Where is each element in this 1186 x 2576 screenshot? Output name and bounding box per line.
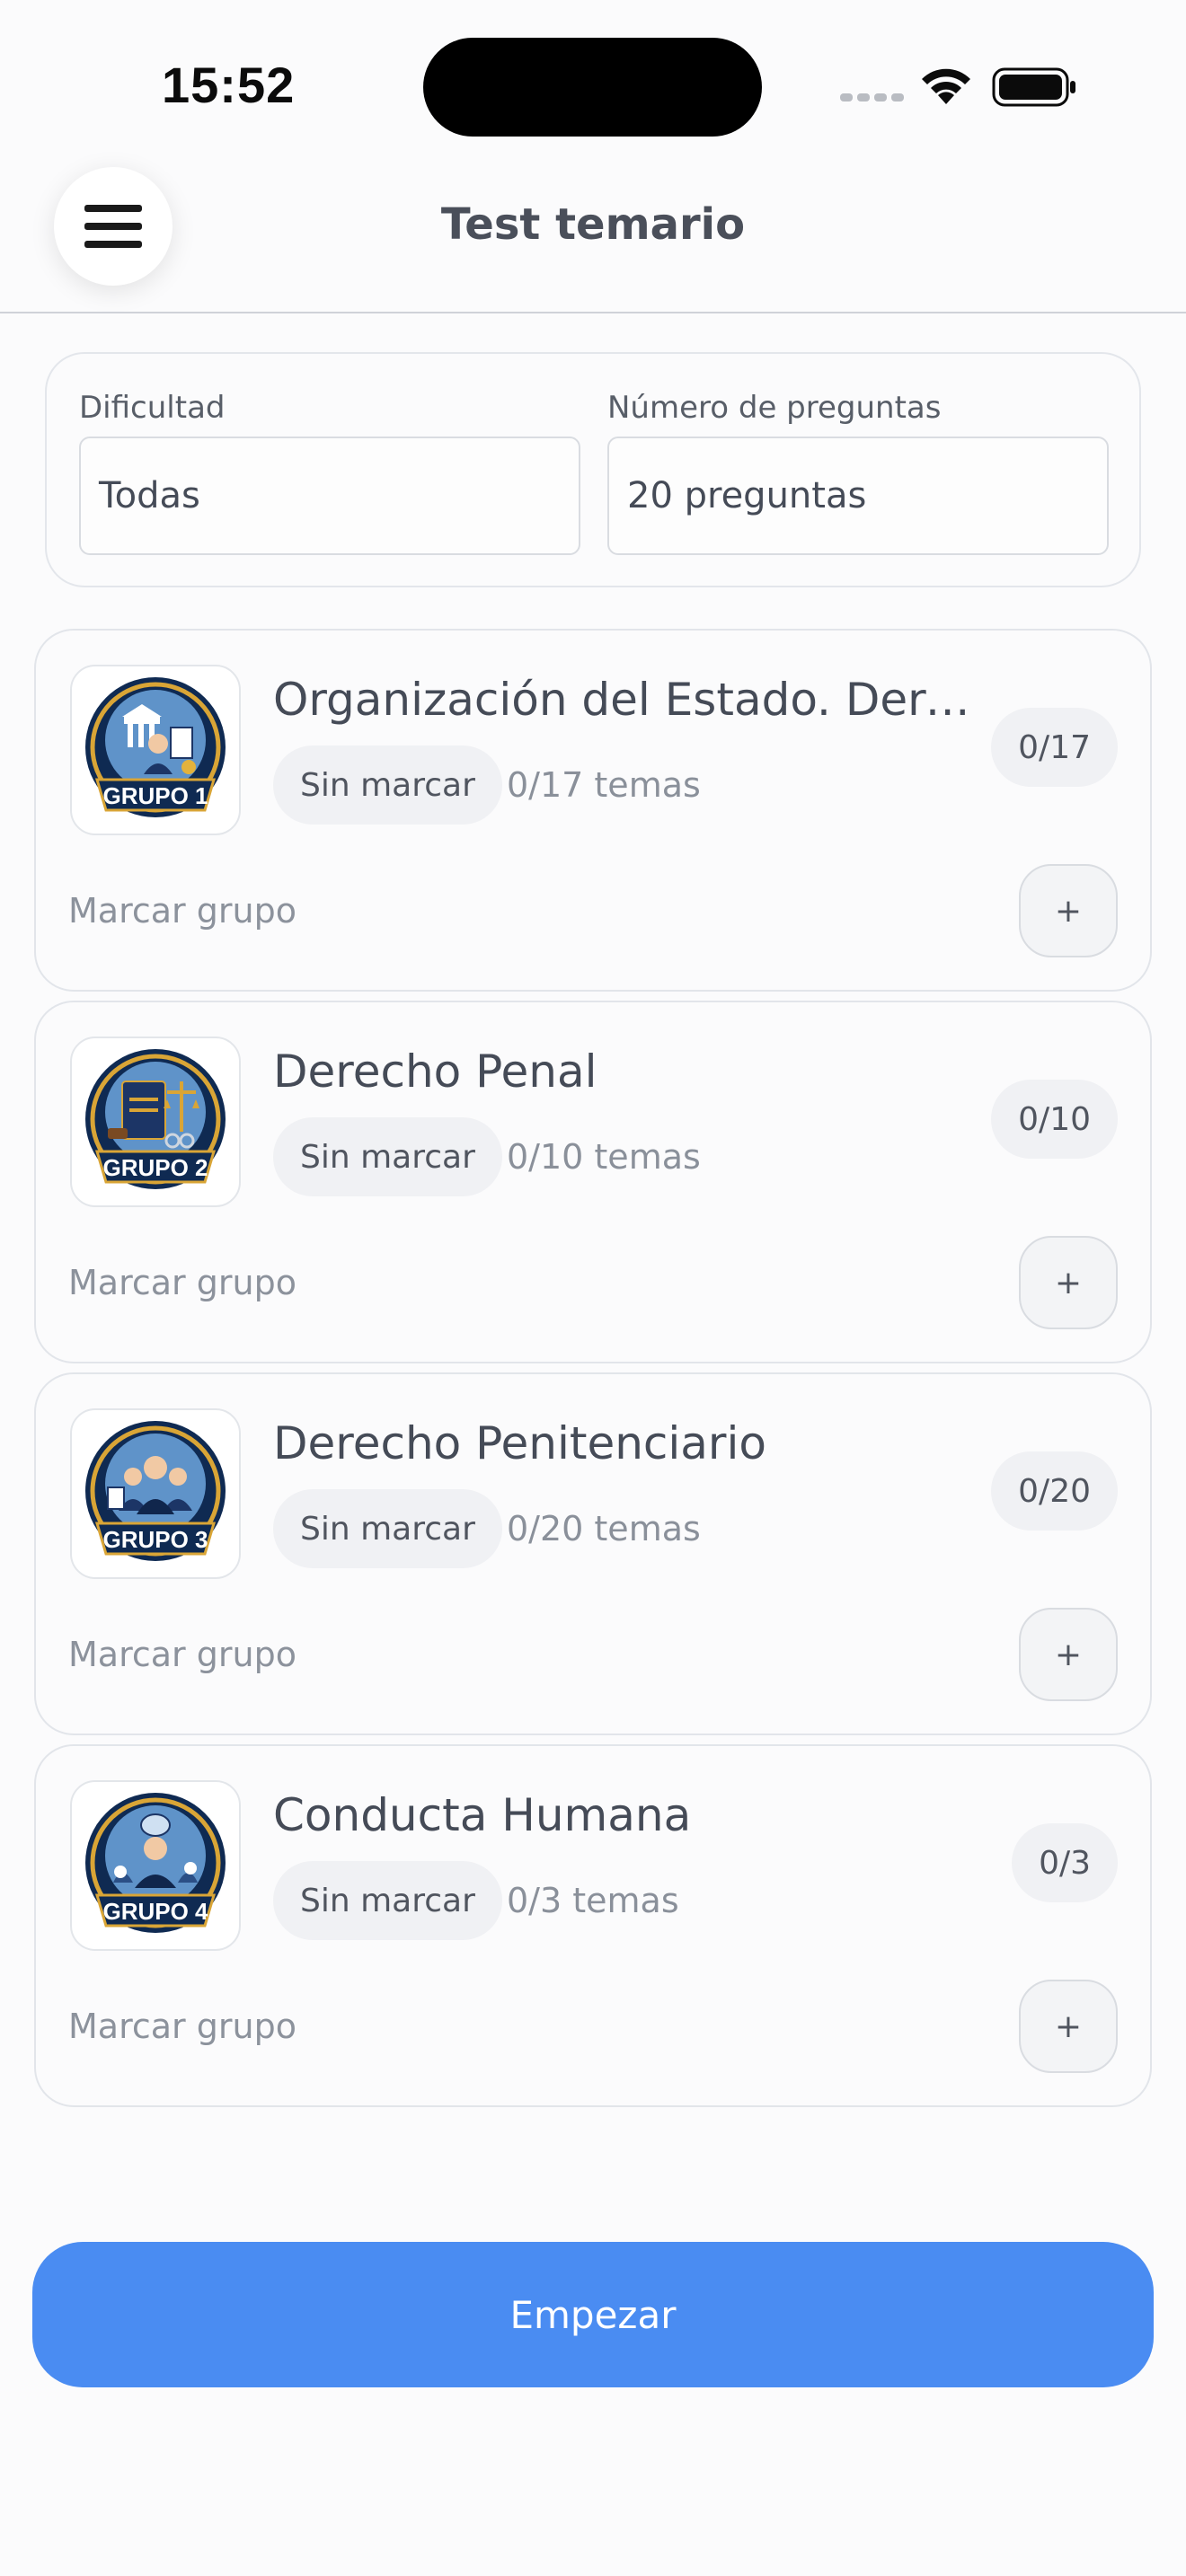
group-badge-image: GRUPO 2 [70,1037,241,1207]
wifi-icon [922,68,970,104]
group-badge-text: GRUPO 3 [102,1526,208,1553]
questions-select[interactable]: 20 preguntas [607,437,1109,555]
expand-group-button[interactable]: + [1019,1980,1118,2073]
group-card[interactable]: GRUPO 1 Organización del Estado. Derech.… [34,629,1152,992]
difficulty-select[interactable]: Todas [79,437,580,555]
group-title: Organización del Estado. Derech... [273,674,974,726]
filters-panel: Dificultad Todas Número de preguntas 20 … [45,352,1141,587]
topics-count-text: 0/17 temas [507,765,701,805]
group-title: Conducta Humana [273,1789,692,1841]
mark-group-label[interactable]: Marcar grupo [68,891,296,931]
topics-count-text: 0/10 temas [507,1137,701,1177]
expand-group-button[interactable]: + [1019,864,1118,957]
group-badge-text: GRUPO 1 [102,782,208,809]
progress-count-badge: 0/17 [991,708,1118,787]
group-title: Derecho Penitenciario [273,1417,766,1469]
group-badge-image: GRUPO 3 [70,1408,241,1579]
expand-group-button[interactable]: + [1019,1236,1118,1329]
difficulty-label: Dificultad [79,390,226,426]
progress-count-badge: 0/20 [991,1451,1118,1531]
mark-group-label[interactable]: Marcar grupo [68,1263,296,1302]
start-button[interactable]: Empezar [32,2242,1154,2387]
mark-group-label[interactable]: Marcar grupo [68,1635,296,1674]
topics-count-text: 0/3 temas [507,1881,679,1920]
questions-label: Número de preguntas [607,390,942,426]
status-time: 15:52 [162,57,296,113]
status-chip: Sin marcar [273,1489,502,1568]
battery-icon [992,67,1075,107]
group-card[interactable]: GRUPO 4 Conducta Humana Sin marcar 0/3 t… [34,1744,1152,2107]
cellular-signal-icon [840,93,904,101]
group-badge-text: GRUPO 2 [102,1154,208,1181]
page-title: Test temario [440,199,746,250]
mark-group-label[interactable]: Marcar grupo [68,2007,296,2046]
status-chip: Sin marcar [273,745,502,825]
group-card[interactable]: GRUPO 3 Derecho Penitenciario Sin marcar… [34,1372,1152,1735]
group-badge-image: GRUPO 1 [70,665,241,835]
group-card[interactable]: GRUPO 2 Derecho Penal Sin marcar 0/10 te… [34,1001,1152,1363]
group-badge-text: GRUPO 4 [102,1898,208,1925]
status-chip: Sin marcar [273,1861,502,1940]
status-chip: Sin marcar [273,1117,502,1196]
progress-count-badge: 0/3 [1012,1823,1118,1902]
group-title: Derecho Penal [273,1045,597,1098]
expand-group-button[interactable]: + [1019,1608,1118,1701]
dynamic-island [423,38,762,137]
topics-count-text: 0/20 temas [507,1509,701,1548]
progress-count-badge: 0/10 [991,1080,1118,1159]
group-badge-image: GRUPO 4 [70,1780,241,1951]
header-divider [0,312,1186,313]
